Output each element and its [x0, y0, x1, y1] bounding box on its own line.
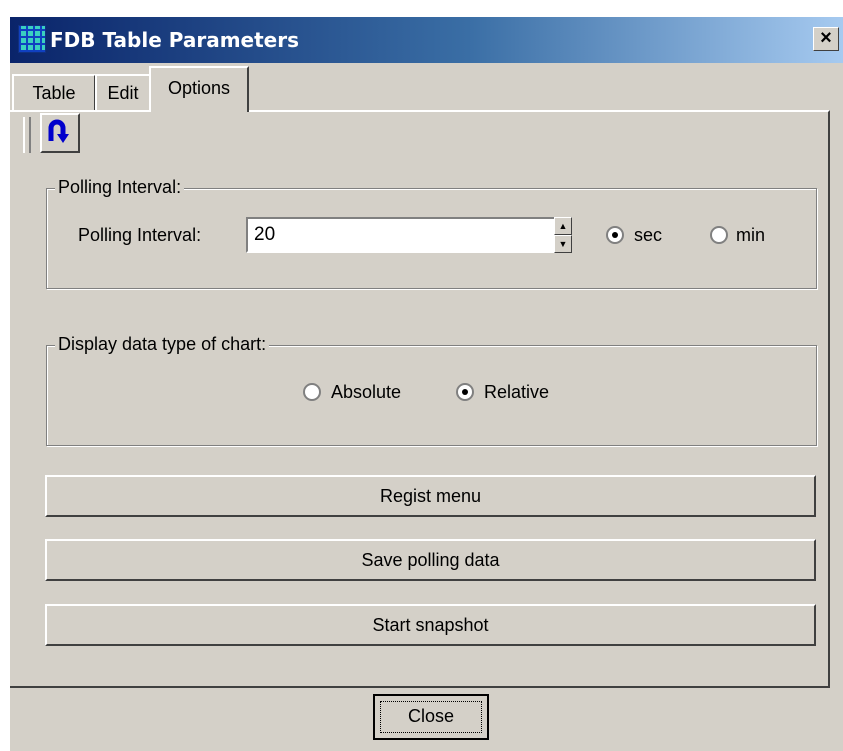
- regist-menu-label: Regist menu: [379, 486, 482, 506]
- focus-rectangle: [380, 701, 482, 733]
- polling-group-label: Polling Interval:: [55, 177, 185, 198]
- spin-up-button[interactable]: ▲: [554, 217, 572, 235]
- tab-table-label: Table: [32, 83, 76, 103]
- tab-table[interactable]: Table: [12, 74, 96, 110]
- close-window-button[interactable]: ×: [813, 27, 839, 51]
- dialog-window: FDB Table Parameters × Table Edit Option…: [8, 15, 843, 751]
- polling-interval-spinner[interactable]: ▲ ▼: [554, 217, 572, 253]
- relative-radio[interactable]: [456, 383, 474, 401]
- sec-radio-label[interactable]: sec: [634, 225, 662, 246]
- refresh-button[interactable]: [40, 113, 80, 153]
- min-radio[interactable]: [710, 226, 728, 244]
- start-snapshot-button[interactable]: Start snapshot: [45, 604, 816, 646]
- tab-edit-label: Edit: [107, 83, 139, 103]
- save-polling-data-button[interactable]: Save polling data: [45, 539, 816, 581]
- tab-options-label: Options: [167, 78, 231, 98]
- display-data-type-group: Display data type of chart:: [46, 334, 817, 446]
- absolute-radio[interactable]: [303, 383, 321, 401]
- display-group-label: Display data type of chart:: [55, 334, 270, 355]
- tab-options[interactable]: Options: [149, 66, 249, 112]
- grid-app-icon: [18, 25, 46, 53]
- min-radio-label[interactable]: min: [736, 225, 765, 246]
- relative-radio-label[interactable]: Relative: [484, 382, 549, 403]
- sec-radio[interactable]: [606, 226, 624, 244]
- polling-interval-label: Polling Interval:: [78, 225, 202, 245]
- tab-edit[interactable]: Edit: [95, 74, 151, 110]
- polling-interval-input[interactable]: [246, 217, 556, 253]
- regist-menu-button[interactable]: Regist menu: [45, 475, 816, 517]
- start-snapshot-label: Start snapshot: [372, 615, 489, 635]
- refresh-arrow-icon: [48, 119, 69, 143]
- close-icon: ×: [820, 27, 832, 49]
- close-button[interactable]: Close: [373, 694, 489, 740]
- title-bar[interactable]: FDB Table Parameters ×: [10, 17, 843, 63]
- spin-down-button[interactable]: ▼: [554, 235, 572, 253]
- save-polling-label: Save polling data: [361, 550, 500, 570]
- absolute-radio-label[interactable]: Absolute: [331, 382, 401, 403]
- toolbar-grip[interactable]: [23, 117, 31, 153]
- window-title: FDB Table Parameters: [50, 28, 300, 52]
